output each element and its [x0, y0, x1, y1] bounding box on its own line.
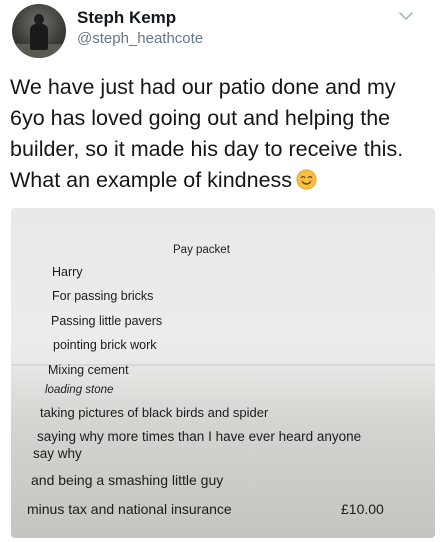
note-line: pointing brick work — [53, 338, 157, 352]
avatar[interactable] — [12, 4, 66, 58]
chevron-down-icon[interactable] — [399, 11, 413, 21]
handle[interactable]: @steph_heathcote — [77, 30, 203, 47]
note-line: Passing little pavers — [51, 314, 163, 328]
note-amount: £10.00 — [341, 501, 384, 517]
tweet-body: We have just had our patio done and my 6… — [10, 75, 404, 192]
avatar-figure-head — [34, 14, 44, 25]
smiling-face-emoji-icon — [296, 169, 317, 190]
note-title: Pay packet — [173, 244, 230, 256]
note-line: loading stone — [45, 384, 114, 396]
display-name[interactable]: Steph Kemp — [77, 8, 176, 28]
note-line: say why — [33, 446, 82, 461]
pay-packet-photo[interactable]: Pay packet Harry For passing bricks Pass… — [11, 208, 435, 538]
note-line: taking pictures of black birds and spide… — [40, 405, 269, 420]
note-line: and being a smashing little guy — [31, 472, 224, 488]
note-line: Mixing cement — [48, 363, 129, 377]
avatar-figure-body — [30, 24, 48, 50]
note-line: For passing bricks — [52, 289, 154, 303]
note-line: Harry — [52, 265, 83, 279]
note-line: saying why more times than I have ever h… — [37, 429, 362, 444]
note-line: minus tax and national insurance — [27, 501, 232, 517]
tweet-text: We have just had our patio done and my 6… — [10, 72, 435, 196]
